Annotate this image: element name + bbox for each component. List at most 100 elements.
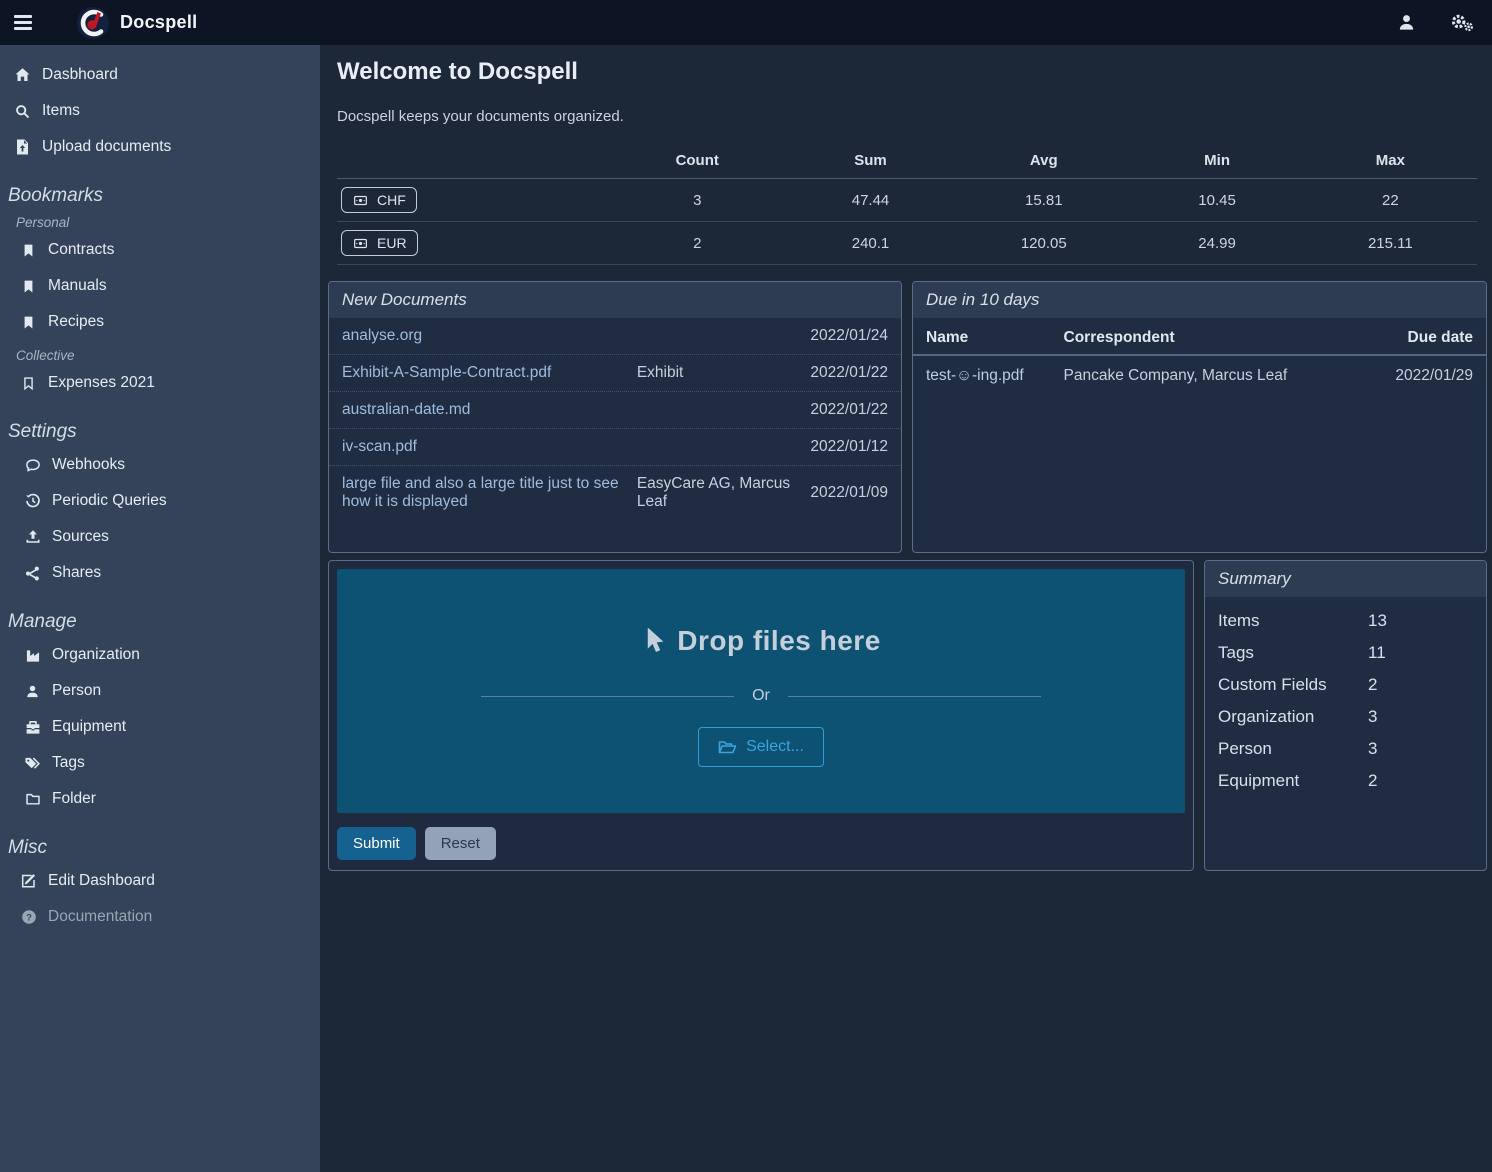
document-date: 2022/01/22 bbox=[810, 364, 888, 382]
share-icon bbox=[24, 566, 41, 581]
app-name: Docspell bbox=[120, 12, 197, 33]
summary-label: Tags bbox=[1218, 643, 1368, 663]
table-row: CHF 3 47.44 15.81 10.45 22 bbox=[337, 179, 1477, 222]
sidebar-section-bookmarks: Bookmarks bbox=[8, 185, 320, 207]
stat-avg: 120.05 bbox=[957, 222, 1130, 265]
document-link[interactable]: Exhibit-A-Sample-Contract.pdf bbox=[342, 364, 637, 382]
document-date: 2022/01/12 bbox=[810, 438, 888, 456]
search-icon bbox=[14, 104, 31, 119]
page-subtitle: Docspell keeps your documents organized. bbox=[337, 108, 1477, 125]
sidebar-item-sources[interactable]: Sources bbox=[0, 519, 320, 555]
table-row: EUR 2 240.1 120.05 24.99 215.11 bbox=[337, 222, 1477, 265]
stats-header-count: Count bbox=[611, 146, 784, 179]
stat-avg: 15.81 bbox=[957, 179, 1130, 222]
summary-value: 13 bbox=[1368, 611, 1387, 631]
sidebar-item-contracts[interactable]: Contracts bbox=[0, 232, 320, 268]
person-icon bbox=[24, 684, 41, 699]
sidebar-item-dashboard[interactable]: Dasbhoard bbox=[0, 57, 320, 93]
table-row: test-☺-ing.pdf Pancake Company, Marcus L… bbox=[913, 355, 1486, 396]
sidebar-item-recipes[interactable]: Recipes bbox=[0, 304, 320, 340]
sidebar-item-equipment[interactable]: Equipment bbox=[0, 709, 320, 745]
sidebar-item-label: Person bbox=[52, 682, 101, 700]
currency-code: CHF bbox=[377, 192, 406, 208]
history-icon bbox=[24, 493, 41, 509]
stat-sum: 240.1 bbox=[784, 222, 957, 265]
list-item: Equipment 2 bbox=[1218, 765, 1473, 797]
home-icon bbox=[14, 67, 31, 83]
summary-value: 2 bbox=[1368, 675, 1377, 695]
sidebar-item-folder[interactable]: Folder bbox=[0, 781, 320, 817]
sidebar-item-person[interactable]: Person bbox=[0, 673, 320, 709]
document-correspondent: Exhibit bbox=[637, 364, 811, 382]
document-correspondent: EasyCare AG, Marcus Leaf bbox=[637, 475, 811, 511]
comment-icon bbox=[24, 458, 41, 473]
currency-code: EUR bbox=[377, 235, 407, 251]
stat-min: 24.99 bbox=[1130, 222, 1303, 265]
summary-label: Items bbox=[1218, 611, 1368, 631]
edit-icon bbox=[20, 873, 37, 889]
sidebar-item-label: Dasbhoard bbox=[42, 66, 118, 84]
document-link[interactable]: analyse.org bbox=[342, 327, 637, 345]
document-link[interactable]: test-☺-ing.pdf bbox=[926, 367, 1024, 384]
sidebar-item-label: Organization bbox=[52, 646, 140, 664]
mouse-pointer-icon bbox=[641, 626, 665, 656]
sidebar-item-tags[interactable]: Tags bbox=[0, 745, 320, 781]
sidebar-item-label: Contracts bbox=[48, 241, 114, 259]
list-item: Exhibit-A-Sample-Contract.pdf Exhibit 20… bbox=[329, 355, 901, 392]
sidebar-item-label: Documentation bbox=[48, 908, 152, 926]
sidebar-item-edit-dashboard[interactable]: Edit Dashboard bbox=[0, 863, 320, 899]
sidebar-item-manuals[interactable]: Manuals bbox=[0, 268, 320, 304]
summary-panel: Summary Items 13 Tags 11 Custom Fields 2 bbox=[1204, 560, 1487, 871]
main-content: Welcome to Docspell Docspell keeps your … bbox=[320, 45, 1492, 1172]
sidebar-item-shares[interactable]: Shares bbox=[0, 555, 320, 591]
due-header-name: Name bbox=[913, 320, 1051, 355]
sidebar-item-label: Equipment bbox=[52, 718, 126, 736]
summary-label: Organization bbox=[1218, 707, 1368, 727]
panel-title: Due in 10 days bbox=[913, 282, 1486, 318]
industry-icon bbox=[24, 648, 41, 663]
cogs-icon[interactable] bbox=[1446, 9, 1478, 36]
list-item: australian-date.md 2022/01/22 bbox=[329, 392, 901, 429]
question-circle-icon: ? bbox=[20, 909, 37, 925]
sidebar-section-misc: Misc bbox=[8, 837, 320, 859]
docspell-logo-icon bbox=[76, 6, 110, 40]
document-link[interactable]: large file and also a large title just t… bbox=[342, 475, 637, 511]
sidebar-item-periodic-queries[interactable]: Periodic Queries bbox=[0, 483, 320, 519]
document-link[interactable]: australian-date.md bbox=[342, 401, 637, 419]
submit-button[interactable]: Submit bbox=[337, 827, 416, 860]
stats-header-currency bbox=[337, 146, 611, 179]
sidebar-item-label: Expenses 2021 bbox=[48, 374, 155, 392]
currency-stats-table: Count Sum Avg Min Max bbox=[337, 146, 1477, 265]
user-icon[interactable] bbox=[1393, 9, 1420, 36]
bookmark-filled-icon bbox=[20, 315, 37, 330]
sidebar-item-organization[interactable]: Organization bbox=[0, 637, 320, 673]
file-dropzone[interactable]: Drop files here Or Select... bbox=[337, 569, 1185, 813]
new-documents-panel: New Documents analyse.org 2022/01/24 Exh… bbox=[328, 281, 902, 553]
hamburger-menu-button[interactable] bbox=[14, 8, 44, 38]
sidebar-item-label: Shares bbox=[52, 564, 101, 582]
document-link[interactable]: iv-scan.pdf bbox=[342, 438, 637, 456]
stat-min: 10.45 bbox=[1130, 179, 1303, 222]
sidebar-item-documentation[interactable]: ? Documentation bbox=[0, 899, 320, 935]
list-item: large file and also a large title just t… bbox=[329, 466, 901, 520]
document-correspondent: Pancake Company, Marcus Leaf bbox=[1051, 355, 1349, 396]
list-item: Items 13 bbox=[1218, 605, 1473, 637]
reset-button[interactable]: Reset bbox=[425, 827, 496, 860]
stats-header-min: Min bbox=[1130, 146, 1303, 179]
summary-value: 2 bbox=[1368, 771, 1377, 791]
sidebar-item-label: Tags bbox=[52, 754, 85, 772]
stat-sum: 47.44 bbox=[784, 179, 957, 222]
or-divider: Or bbox=[481, 687, 1041, 705]
select-files-button[interactable]: Select... bbox=[698, 727, 824, 767]
sidebar-item-items[interactable]: Items bbox=[0, 93, 320, 129]
sidebar-item-label: Items bbox=[42, 102, 80, 120]
stats-header-avg: Avg bbox=[957, 146, 1130, 179]
currency-badge-chf: CHF bbox=[341, 187, 417, 213]
sidebar-item-label: Edit Dashboard bbox=[48, 872, 155, 890]
app-brand[interactable]: Docspell bbox=[76, 6, 197, 40]
sidebar-item-upload-documents[interactable]: Upload documents bbox=[0, 129, 320, 165]
stat-count: 3 bbox=[611, 179, 784, 222]
sidebar-item-expenses-2021[interactable]: Expenses 2021 bbox=[0, 365, 320, 401]
currency-badge-eur: EUR bbox=[341, 230, 418, 256]
sidebar-item-webhooks[interactable]: Webhooks bbox=[0, 447, 320, 483]
